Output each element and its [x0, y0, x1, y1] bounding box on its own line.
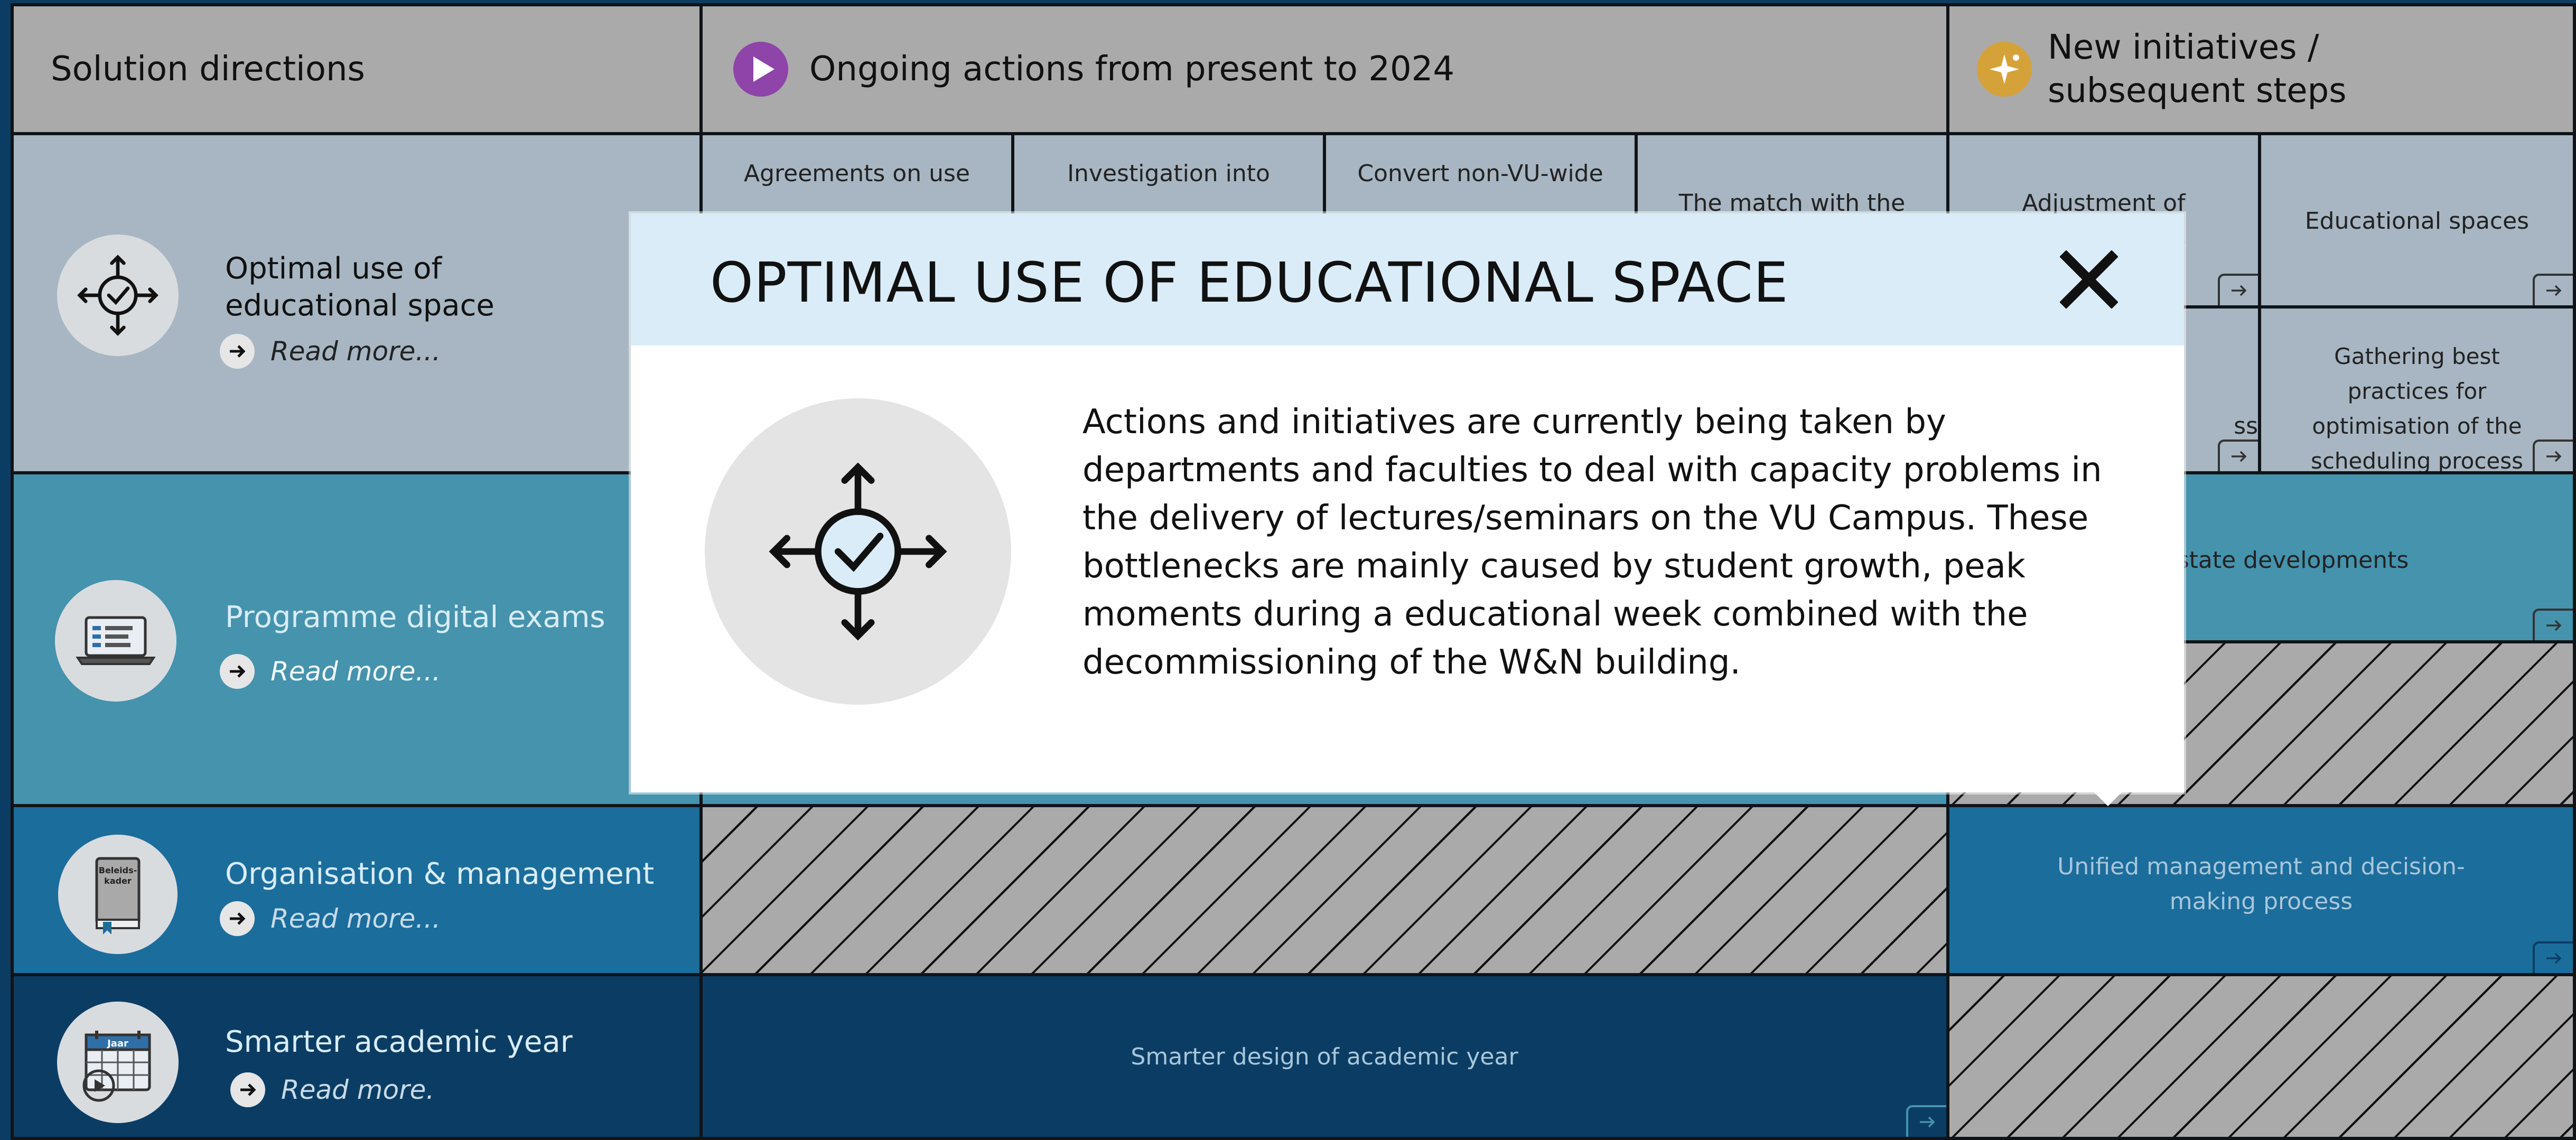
hatched-empty-cell	[699, 804, 1949, 976]
modal-body-text: Actions and initiatives are currently be…	[1082, 403, 2102, 682]
row-smarter-year-title: Smarter academic year	[225, 1025, 573, 1059]
row-digital-exams[interactable]: Programme digital exams Read more...	[11, 471, 703, 807]
row-optimal-use-title-line1: Optimal use of	[225, 251, 442, 286]
modal-header: OPTIMAL USE OF EDUCATIONAL SPACE	[631, 213, 2184, 345]
header-ongoing-title: Ongoing actions from present to 2024	[809, 50, 1455, 89]
read-more-link-organisation[interactable]: Read more...	[220, 901, 441, 936]
header-solution-directions: Solution directions	[11, 3, 703, 135]
read-more-label: Read more...	[270, 336, 441, 367]
row-digital-exams-title: Programme digital exams	[225, 600, 605, 634]
header-new-initiatives: New initiatives / subsequent steps	[1946, 3, 2576, 135]
calendar-icon: Jaar	[57, 1002, 179, 1123]
expand-arrow-icon[interactable]	[2533, 440, 2573, 471]
expand-arrow-icon[interactable]	[2533, 609, 2573, 640]
svg-text:Beleids-: Beleids-	[99, 865, 137, 875]
arrow-right-icon	[230, 1072, 265, 1107]
arrow-right-icon	[220, 654, 255, 689]
ongoing-cell-agreements-text: Agreements on use	[744, 160, 970, 187]
row-optimal-use-title-line2: educational space	[225, 288, 494, 323]
new-cell-educational-spaces[interactable]: Educational spaces	[2258, 132, 2576, 309]
read-more-label: Read more...	[270, 903, 441, 934]
read-more-link-smarter-year[interactable]: Read more.	[230, 1072, 434, 1107]
row-organisation[interactable]: Beleids- kader Organisation & management…	[11, 804, 703, 976]
new-cell-unified-text: Unified management and decision-making p…	[2057, 853, 2465, 915]
read-more-label: Read more.	[281, 1074, 435, 1105]
ongoing-cell-smarter-design-text: Smarter design of academic year	[1131, 1043, 1518, 1070]
new-cell-gathering[interactable]: Gathering best practices for optimisatio…	[2258, 305, 2576, 474]
modal-compass-check-icon	[705, 398, 1011, 705]
header-ongoing: Ongoing actions from present to 2024	[699, 3, 1949, 135]
new-cell-educational-spaces-text: Educational spaces	[2304, 208, 2530, 235]
close-button[interactable]	[2057, 248, 2121, 311]
ongoing-cell-investigation-text: Investigation into	[1067, 160, 1270, 187]
row-optimal-use[interactable]: Optimal use of educational space Read mo…	[11, 132, 703, 474]
read-more-link-digital-exams[interactable]: Read more...	[220, 654, 441, 689]
ongoing-cell-convert-text: Convert non-VU-wide	[1357, 160, 1603, 187]
info-modal: OPTIMAL USE OF EDUCATIONAL SPACE Actions…	[631, 213, 2184, 792]
arrow-right-icon	[220, 334, 255, 369]
header-solution-directions-title: Solution directions	[51, 50, 365, 89]
header-new-initiatives-line2: subsequent steps	[2048, 71, 2347, 110]
modal-title: OPTIMAL USE OF EDUCATIONAL SPACE	[710, 250, 1789, 315]
laptop-icon	[55, 580, 176, 702]
row-smarter-year[interactable]: Jaar Smarter academic year Read more.	[11, 973, 703, 1140]
expand-arrow-icon[interactable]	[2533, 941, 2573, 973]
play-icon	[733, 42, 788, 97]
read-more-link-optimal-use[interactable]: Read more...	[220, 334, 441, 369]
header-new-initiatives-line1: New initiatives /	[2048, 28, 2319, 67]
new-cell-unified[interactable]: Unified management and decision-making p…	[1946, 804, 2576, 976]
book-icon: Beleids- kader	[58, 835, 178, 954]
ongoing-cell-smarter-design[interactable]: Smarter design of academic year	[699, 973, 1949, 1140]
svg-text:Jaar: Jaar	[106, 1038, 128, 1049]
row-optimal-use-title: Optimal use of educational space	[225, 250, 494, 324]
modal-pointer	[2092, 790, 2124, 806]
expand-arrow-icon[interactable]	[2218, 274, 2258, 305]
row-organisation-title: Organisation & management	[225, 857, 655, 891]
sparkle-icon	[1977, 42, 2032, 97]
close-icon	[2060, 250, 2118, 309]
expand-arrow-icon[interactable]	[2533, 274, 2573, 305]
new-cell-gathering-text: Gathering best practices for optimisatio…	[2310, 343, 2524, 474]
new-cell-estate-text: state developments	[2177, 547, 2409, 574]
hatched-empty-cell	[1946, 973, 2576, 1140]
read-more-label: Read more...	[270, 656, 441, 687]
expand-arrow-icon[interactable]	[1906, 1105, 1946, 1137]
svg-text:kader: kader	[104, 876, 132, 886]
compass-check-icon	[57, 235, 179, 356]
expand-arrow-icon[interactable]	[2218, 440, 2258, 471]
arrow-right-icon	[220, 901, 255, 936]
